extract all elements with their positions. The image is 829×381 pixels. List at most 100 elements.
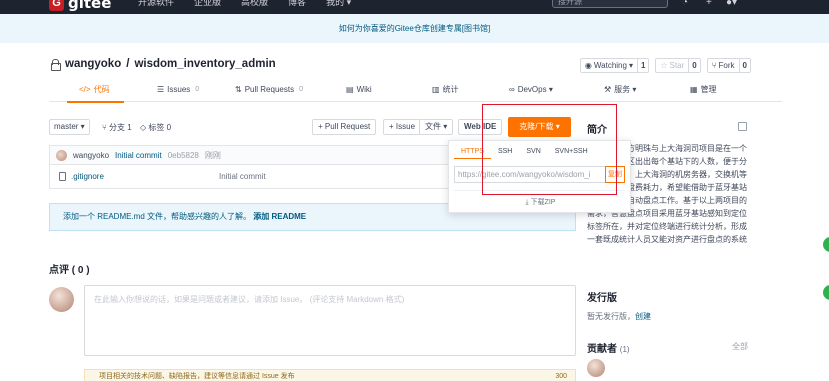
eye-icon: ◉ bbox=[584, 61, 592, 70]
watch-label: Watching bbox=[593, 61, 627, 70]
pull-request-icon: ⇅ bbox=[235, 85, 242, 94]
release-info: 暂无发行版，创建 bbox=[587, 311, 651, 322]
float-help-button[interactable] bbox=[823, 237, 829, 252]
comment-char-count: 300 bbox=[555, 373, 567, 380]
comment-input[interactable]: 在此输入你想说的话，如果是问题或者建议，请添加 Issue。 (评论支持 Mar… bbox=[84, 285, 576, 356]
watch-button[interactable]: ◉ Watching ▾ 1 bbox=[579, 58, 650, 73]
wiki-icon: ▤ bbox=[346, 85, 354, 94]
fork-icon: ⑂ bbox=[711, 61, 717, 70]
contributors-title: 贡献者 (1) bbox=[587, 340, 630, 355]
commit-message[interactable]: Initial commit bbox=[115, 151, 162, 160]
user-avatar-icon[interactable]: ●▾ bbox=[726, 0, 737, 8]
download-zip-label: 下载ZIP bbox=[530, 199, 556, 206]
highlight-box bbox=[482, 104, 617, 195]
add-readme-link[interactable]: 添加 README bbox=[253, 212, 306, 221]
tags-link[interactable]: ◇ 标签 0 bbox=[140, 122, 171, 133]
commit-author[interactable]: wangyoko bbox=[73, 151, 109, 160]
gitee-logo-icon: G bbox=[49, 0, 64, 11]
avatar[interactable] bbox=[587, 359, 605, 377]
branch-selector[interactable]: master ▾ bbox=[49, 119, 90, 135]
file-icon bbox=[59, 172, 66, 181]
edit-icon[interactable] bbox=[738, 122, 747, 131]
star-count: 0 bbox=[688, 59, 700, 72]
star-button[interactable]: ☆ Star 0 bbox=[655, 58, 701, 73]
star-icon: ☆ bbox=[660, 61, 668, 70]
file-name[interactable]: .gitignore bbox=[71, 172, 219, 181]
search-input[interactable]: 搜开源 bbox=[552, 0, 668, 8]
nav-education[interactable]: 高校版 bbox=[241, 0, 268, 8]
create-release-link[interactable]: 创建 bbox=[635, 312, 651, 321]
download-zip-button[interactable]: ⤓ 下载ZIP bbox=[449, 197, 632, 207]
top-nav: 开源软件 企业版 高校版 博客 我的 ▾ bbox=[138, 0, 351, 8]
new-pull-request-button[interactable]: + Pull Request bbox=[312, 119, 377, 135]
plus-icon[interactable]: + bbox=[706, 0, 712, 8]
avatar bbox=[49, 287, 74, 312]
release-text: 暂无发行版， bbox=[587, 312, 635, 321]
bell-icon[interactable]: ◔ bbox=[682, 0, 688, 8]
tab-devops[interactable]: ∞ DevOps ▾ bbox=[509, 78, 553, 102]
branch-icon: ⑂ bbox=[102, 123, 110, 132]
promo-banner[interactable]: 如何为你喜爱的Gitee仓库创建专属[图书馆] bbox=[0, 14, 829, 43]
lock-icon bbox=[51, 59, 61, 71]
repo-owner[interactable]: wangyoko bbox=[65, 58, 121, 70]
services-icon: ⚒ bbox=[604, 85, 612, 94]
commit-time: 刚刚 bbox=[204, 150, 221, 160]
fork-count: 0 bbox=[738, 59, 750, 72]
tab-code-label: 代码 bbox=[93, 85, 110, 94]
tab-devops-label: DevOps ▾ bbox=[517, 85, 553, 94]
nav-open-source[interactable]: 开源软件 bbox=[138, 0, 174, 8]
comment-notice: 项目相关的技术问题、缺陷报告，建议等信息请通过 Issue 发布 300 bbox=[84, 369, 576, 381]
tab-issues-badge: 0 bbox=[195, 86, 200, 93]
tab-wiki[interactable]: ▤ Wiki bbox=[346, 78, 372, 102]
tab-issues[interactable]: ☰ Issues 0 bbox=[157, 78, 199, 102]
contributors-count: (1) bbox=[619, 345, 630, 354]
nav-blog[interactable]: 博客 bbox=[288, 0, 306, 8]
watch-count: 1 bbox=[636, 59, 649, 72]
tab-services-label: 服务 ▾ bbox=[614, 85, 637, 94]
contributors-label: 贡献者 bbox=[587, 344, 617, 355]
repo-title: wangyoko / wisdom_inventory_admin bbox=[51, 58, 276, 71]
banner-text[interactable]: 如何为你喜爱的Gitee仓库创建专属[图书馆] bbox=[339, 24, 491, 33]
file-menu-button[interactable]: 文件 ▾ bbox=[419, 119, 454, 135]
new-issue-button[interactable]: + Issue bbox=[383, 119, 422, 135]
repo-separator: / bbox=[126, 58, 130, 70]
tab-issues-label: Issues bbox=[167, 85, 191, 94]
tab-stats-label: 统计 bbox=[442, 85, 459, 94]
tab-stats[interactable]: ▥ 统计 bbox=[432, 78, 459, 102]
top-navbar: G gitee 开源软件 企业版 高校版 博客 我的 ▾ 搜开源 ◔ + ●▾ bbox=[0, 0, 829, 14]
tab-wiki-label: Wiki bbox=[356, 85, 372, 94]
nav-enterprise[interactable]: 企业版 bbox=[194, 0, 221, 8]
stats-icon: ▥ bbox=[432, 85, 440, 94]
tab-pr-label: Pull Requests bbox=[244, 85, 295, 94]
gitee-logo[interactable]: G gitee bbox=[49, 0, 111, 12]
nav-mine[interactable]: 我的 ▾ bbox=[326, 0, 351, 8]
devops-icon: ∞ bbox=[509, 85, 515, 94]
float-feedback-button[interactable] bbox=[823, 285, 829, 300]
file-commit-message[interactable]: Initial commit bbox=[219, 172, 266, 181]
code-icon: </> bbox=[79, 85, 91, 94]
tab-pull-requests[interactable]: ⇅ Pull Requests 0 bbox=[235, 78, 303, 102]
tab-services[interactable]: ⚒ 服务 ▾ bbox=[604, 78, 636, 102]
logo-text: gitee bbox=[68, 0, 112, 12]
comment-notice-text: 项目相关的技术问题、缺陷报告，建议等信息请通过 Issue 发布 bbox=[99, 373, 295, 380]
branches-label: 分支 1 bbox=[109, 123, 132, 132]
commit-sha[interactable]: 0eb5828 bbox=[168, 151, 199, 160]
tags-label: 标签 0 bbox=[148, 123, 172, 132]
release-title: 发行版 bbox=[587, 293, 617, 304]
tab-code[interactable]: </> 代码 bbox=[67, 78, 123, 103]
issues-icon: ☰ bbox=[157, 85, 165, 94]
tab-pr-badge: 0 bbox=[299, 86, 303, 93]
repo-tabs: </> 代码 ☰ Issues 0 ⇅ Pull Requests 0 ▤ Wiki ▥ 统计… bbox=[49, 78, 782, 103]
manage-icon: ▦ bbox=[690, 85, 698, 94]
tab-manage[interactable]: ▦ 管理 bbox=[690, 78, 717, 102]
fork-button[interactable]: ⑂ Fork 0 bbox=[706, 58, 751, 73]
avatar[interactable] bbox=[56, 149, 67, 161]
branches-link[interactable]: ⑂ 分支 1 bbox=[102, 122, 132, 133]
tab-manage-label: 管理 bbox=[700, 85, 717, 94]
readme-notice-text: 添加一个 README.md 文件，帮助感兴趣的人了解。 bbox=[63, 212, 252, 221]
repo-name[interactable]: wisdom_inventory_admin bbox=[134, 58, 275, 70]
contributors-all-link[interactable]: 全部 bbox=[732, 341, 748, 352]
star-label: Star bbox=[669, 61, 685, 70]
fork-label: Fork bbox=[718, 61, 735, 70]
comments-title: 点评 ( 0 ) bbox=[49, 265, 90, 276]
